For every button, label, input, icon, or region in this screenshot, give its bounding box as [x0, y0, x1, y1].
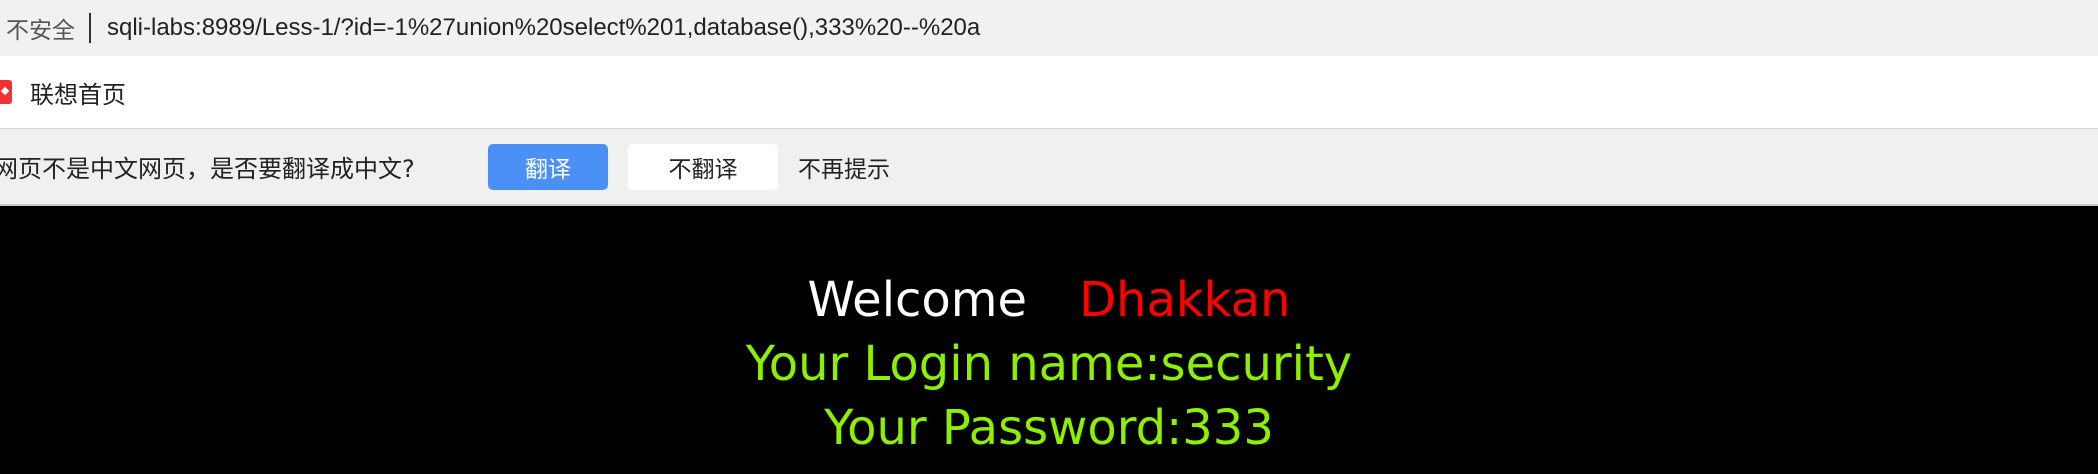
welcome-name: Dhakkan — [1079, 272, 1291, 328]
url-field[interactable]: sqli-labs:8989/Less-1/?id=-1%27union%20s… — [107, 14, 980, 42]
lenovo-icon — [0, 80, 12, 104]
bookmarks-bar: 联想首页 — [0, 56, 2098, 129]
welcome-text: Welcome — [807, 272, 1028, 328]
welcome-line: Welcome Dhakkan — [0, 270, 2098, 330]
translate-prompt: 网页不是中文网页，是否要翻译成中文? — [0, 155, 415, 183]
page-content: Welcome Dhakkan Your Login name:security … — [0, 206, 2098, 474]
password-text: Your Password:333 — [824, 400, 1274, 456]
no-translate-button[interactable]: 不翻译 — [628, 143, 778, 190]
address-divider — [89, 13, 91, 43]
address-bar[interactable]: 不安全 sqli-labs:8989/Less-1/?id=-1%27union… — [0, 0, 2098, 56]
translate-button[interactable]: 翻译 — [488, 143, 608, 190]
security-indicator[interactable]: 不安全 — [6, 11, 75, 45]
translate-bar: 网页不是中文网页，是否要翻译成中文? 翻译 不翻译 不再提示 — [0, 129, 2098, 206]
bookmark-lenovo-home[interactable]: 联想首页 — [30, 75, 126, 110]
login-name-text: Your Login name:security — [745, 336, 1353, 392]
never-show-link[interactable]: 不再提示 — [798, 150, 890, 184]
